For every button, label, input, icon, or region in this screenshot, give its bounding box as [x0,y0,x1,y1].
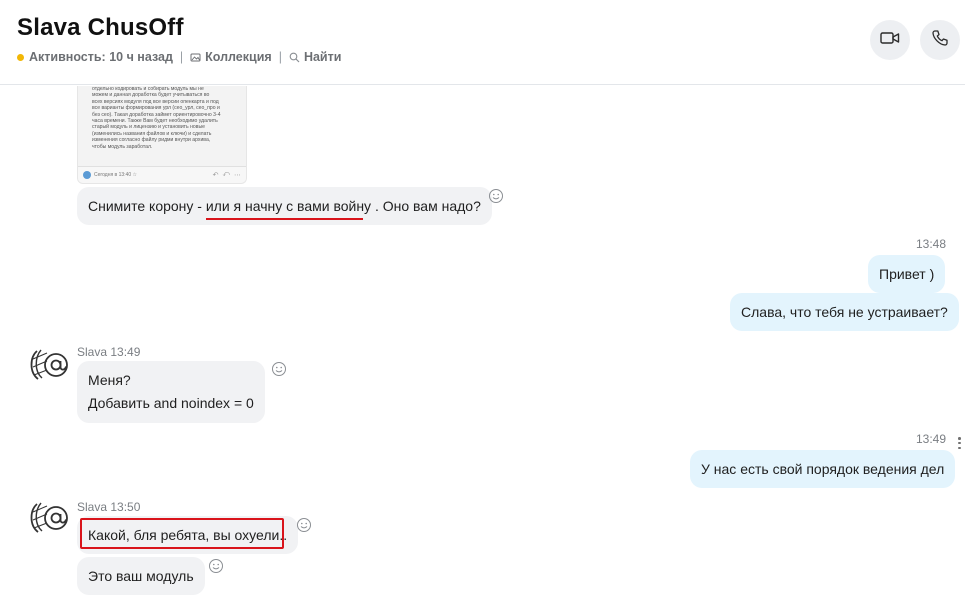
smiley-icon[interactable] [271,361,287,377]
search-icon [289,52,300,63]
message-bubble-outgoing[interactable]: У нас есть свой порядок ведения дел [690,450,956,488]
status-dot-icon [17,53,24,61]
chat-header: Slava ChusOff Активность: 10 ч назад | К… [0,0,965,85]
more-dots-icon[interactable]: ⋯ [234,171,241,179]
attachment-actions: ↶ ⤺ ⋯ [213,171,241,179]
message-text-line: Добавить and noindex = 0 [88,395,254,411]
red-underline-annotation [206,218,363,220]
message-bubble-outgoing[interactable]: Привет ) [868,255,946,293]
message-text-line: Меня? [88,372,131,388]
smiley-icon[interactable] [208,558,224,574]
separator: | [278,50,282,64]
video-call-button[interactable] [870,20,910,60]
avatar-logo-icon[interactable] [27,498,73,538]
audio-call-button[interactable] [920,20,960,60]
message-text: Это ваш модуль [88,568,194,584]
attachment-avatar [83,171,91,179]
message-bubble-incoming[interactable]: Это ваш модуль [77,557,205,595]
attachment-footer: Сегодня в 13:40 ☆ ↶ ⤺ ⋯ [78,166,246,183]
message-text: Снимите корону - или я начну с вами войн… [88,198,481,214]
header-meta: Активность: 10 ч назад | Коллекция | Най… [17,50,341,64]
message-timestamp: 13:48 [916,237,947,251]
reply-icon[interactable]: ↶ [213,171,219,179]
red-box-annotation [80,518,284,549]
smiley-icon[interactable] [296,517,312,533]
attachment-text-line: все варианты формирования урл (сео_урл, … [92,105,220,112]
more-vertical-icon[interactable] [958,437,962,449]
sender-timestamp: Slava 13:50 [77,500,141,514]
message-text: Слава, что тебя не устраивает? [741,304,948,320]
search-link[interactable]: Найти [304,50,341,64]
smiley-icon[interactable] [488,188,504,204]
activity-status: Активность: 10 ч назад [29,50,173,64]
message-text: Привет ) [879,266,935,282]
attachment-text: отдельно кодировать и собирать модуль мы… [92,86,242,150]
attachment-date: Сегодня в 13:40 ☆ [94,172,137,178]
message-bubble-incoming[interactable]: Меня? Добавить and noindex = 0 [77,361,265,423]
gallery-icon [190,52,201,63]
message-timestamp: 13:49 [916,432,947,446]
avatar-logo-icon[interactable] [27,345,73,385]
video-camera-icon [880,31,900,50]
message-bubble-outgoing[interactable]: Слава, что тебя не устраивает? [730,293,959,331]
message-text: У нас есть свой порядок ведения дел [701,461,945,477]
separator: | [179,50,184,64]
attachment-text-line: чтобы модуль заработал. [92,143,153,150]
contact-name[interactable]: Slava ChusOff [17,14,184,42]
sender-timestamp: Slava 13:49 [77,345,141,359]
reply-all-icon[interactable]: ⤺ [223,171,230,179]
image-attachment[interactable]: отдельно кодировать и собирать модуль мы… [77,86,247,184]
collection-link[interactable]: Коллекция [205,50,272,64]
phone-icon [931,29,949,52]
